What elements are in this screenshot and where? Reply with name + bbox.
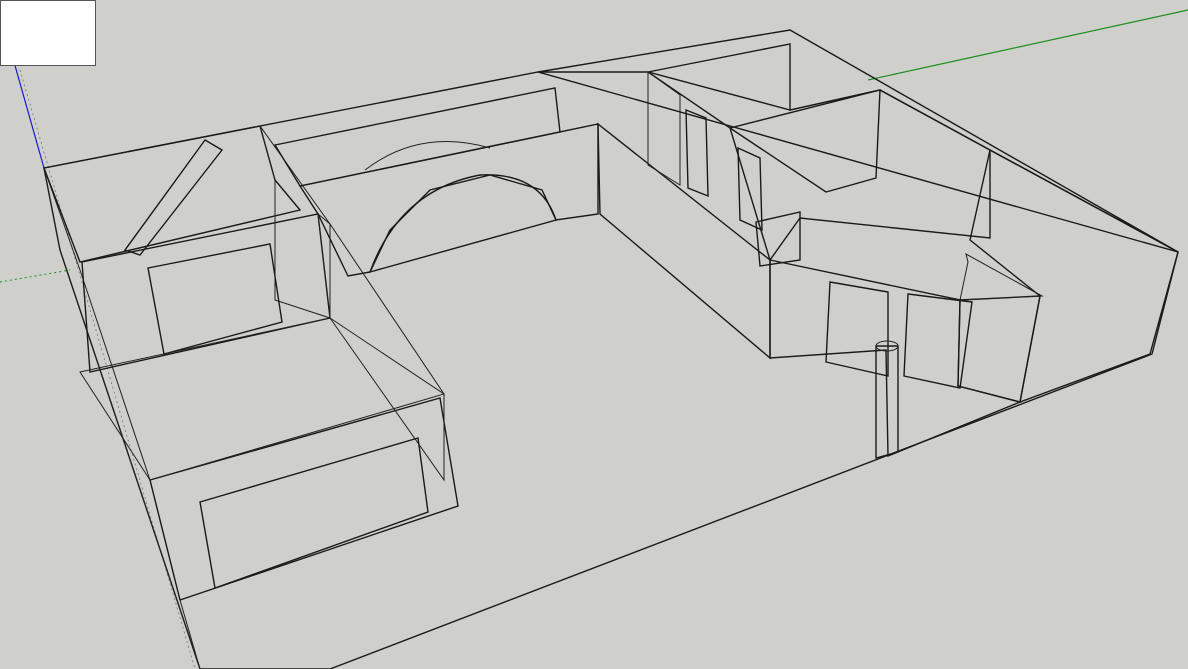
back-left-wall [43,125,302,263]
lower-room-wall [149,397,459,601]
door-1 [685,108,709,198]
door-2 [737,146,763,232]
modeling-viewport[interactable] [0,0,1188,669]
right-room-inner [729,89,991,262]
arch-back-wall [273,87,561,187]
right-inner-partition [647,71,681,186]
front-right-wall [769,259,1023,458]
door-3 [755,211,801,267]
arch-back-curve [364,141,491,171]
arch-opening [368,174,557,274]
room-front-wall [81,213,331,373]
central-partition [597,122,771,360]
diagonal-beam [123,139,224,256]
green-dotted-axis [0,269,71,283]
right-room-back [646,43,881,193]
arch-front-wall [298,123,599,277]
room-window [147,243,283,355]
front-door-right [903,293,973,389]
far-right-wall [969,148,1179,404]
lower-room-opening [199,437,429,589]
blue-axis [13,61,45,169]
lower-room-top [79,317,446,481]
floor-plan-model[interactable] [43,29,1179,669]
scene-canvas[interactable] [0,0,1188,669]
red-dotted-axis [19,69,196,669]
right-back-wall [537,29,1179,253]
inset-panel [0,0,96,66]
far-right-inner [959,253,1044,301]
front-door-left [825,281,889,377]
green-axis [867,9,1188,81]
